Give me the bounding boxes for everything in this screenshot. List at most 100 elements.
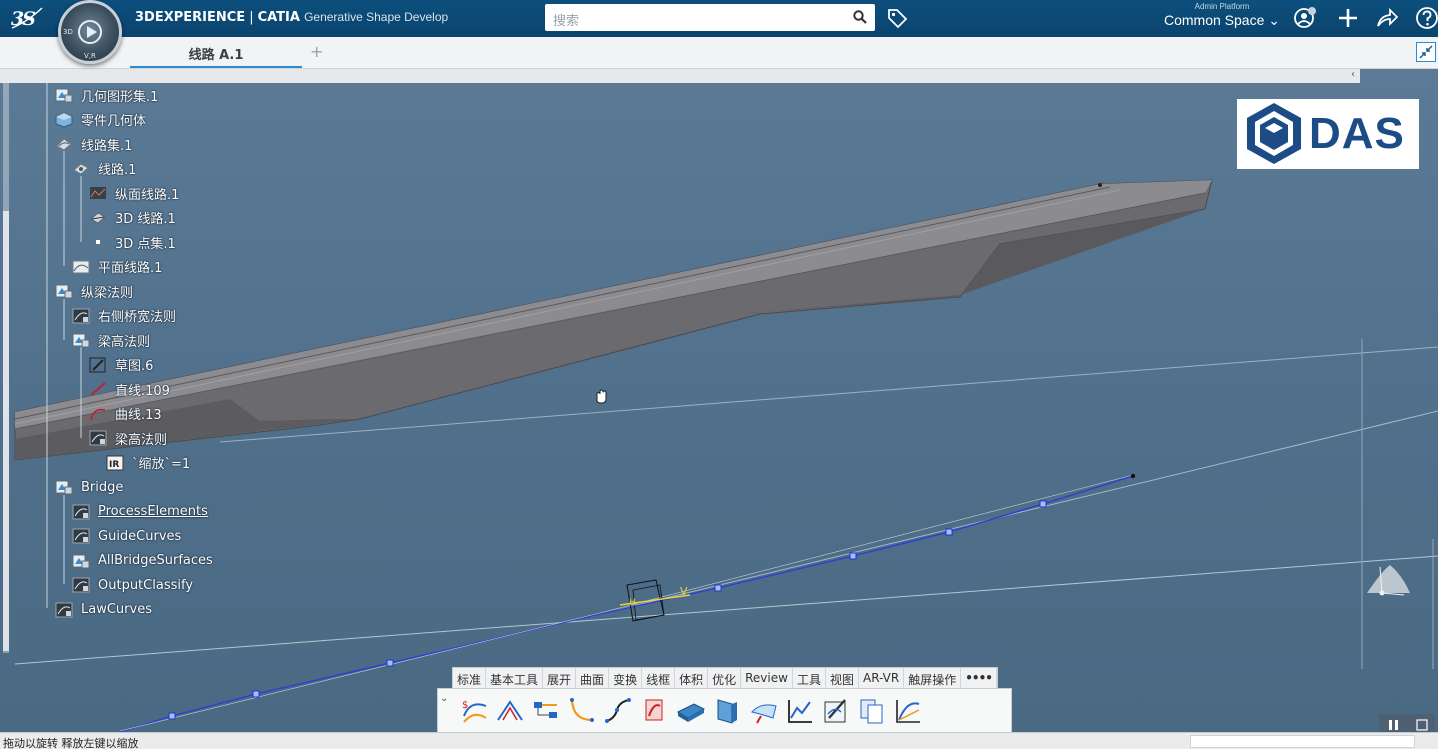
- action-bar-tab[interactable]: 变换: [609, 668, 643, 689]
- tree-node[interactable]: 线路.1: [72, 159, 136, 179]
- tree-node[interactable]: 梁高法则: [89, 428, 167, 448]
- action-bar-tab[interactable]: AR-VR: [859, 668, 905, 689]
- tree-node[interactable]: 3D 线路.1: [89, 208, 176, 228]
- orientation-gizmo-icon[interactable]: [1362, 553, 1412, 603]
- tree-node-label: LawCurves: [81, 602, 152, 617]
- tree-node[interactable]: AllBridgeSurfaces: [72, 551, 213, 571]
- tree-node[interactable]: 纵面线路.1: [89, 183, 179, 203]
- tree-node[interactable]: 右侧桥宽法则: [72, 306, 176, 326]
- tree-node-label: 3D 线路.1: [115, 212, 176, 227]
- das-logo: DAS: [1237, 99, 1419, 169]
- app-subtitle: Generative Shape Develop: [304, 10, 449, 24]
- law-icon: [55, 602, 73, 618]
- svg-text:$: $: [462, 700, 468, 711]
- action-bar-tab[interactable]: ••••: [961, 668, 997, 689]
- share-icon[interactable]: [1375, 6, 1399, 30]
- action-bar-tab[interactable]: 视图: [826, 668, 859, 689]
- route-set-tool-icon[interactable]: [531, 696, 561, 726]
- status-bar: 拖动以旋转 释放左键以缩放: [0, 732, 1438, 749]
- dassault-logo-icon[interactable]: 3S: [10, 6, 44, 30]
- tree-node[interactable]: LawCurves: [55, 600, 152, 620]
- axis-manipulator[interactable]: V H: [619, 579, 691, 622]
- action-bar-tab[interactable]: 体积: [675, 668, 709, 689]
- specification-tree[interactable]: 几何图形集.1 零件几何体线路集.1 线路.1 纵面线路.1 3D 线路.1 3D 点集.…: [0, 83, 260, 653]
- help-icon[interactable]: [1415, 6, 1438, 30]
- tree-node-label: 零件几何体: [81, 114, 147, 129]
- tree-node[interactable]: 直线.109: [89, 379, 170, 399]
- point-set-icon: [89, 234, 107, 250]
- restore-view-button[interactable]: [1416, 42, 1436, 62]
- tree-node-label: 线路.1: [98, 163, 137, 178]
- tree-node[interactable]: IR `缩放`=1: [106, 453, 190, 473]
- spline-tool-icon[interactable]: [603, 696, 633, 726]
- tree-node[interactable]: 几何图形集.1: [55, 85, 158, 105]
- svg-text:IR: IR: [109, 460, 119, 470]
- compass-widget[interactable]: 3D V,R: [58, 0, 122, 64]
- tree-node-label: 右侧桥宽法则: [98, 310, 177, 325]
- route-icon: [72, 161, 90, 177]
- brand-name: 3DEXPERIENCE: [135, 10, 246, 25]
- action-bar-tab[interactable]: Review: [741, 668, 793, 689]
- relation-icon: IR: [106, 455, 124, 471]
- tree-node[interactable]: ProcessElements: [72, 502, 208, 522]
- tree-node[interactable]: OutputClassify: [72, 575, 193, 595]
- action-bar-tab[interactable]: 标准: [453, 668, 487, 689]
- play-icon[interactable]: [78, 20, 102, 44]
- edit-tool-icon[interactable]: [821, 696, 851, 726]
- 3d-viewport[interactable]: ‹ V H 几何图形集.1 零件几何体 线路集.1 线路.1 纵面线路.1 3D…: [0, 69, 1438, 732]
- tag-icon[interactable]: [886, 7, 908, 29]
- tree-node-label: 梁高法则: [98, 334, 151, 350]
- search-icon[interactable]: [853, 10, 867, 24]
- tab-route-a1[interactable]: 线路 A.1: [130, 37, 302, 68]
- analysis-chart-icon[interactable]: [785, 696, 815, 726]
- action-bar-tab[interactable]: 曲面: [576, 668, 610, 689]
- product-name: CATIA: [257, 10, 300, 25]
- law-curve-icon[interactable]: [893, 696, 923, 726]
- platform-selector[interactable]: Admin Platform Common Space ⌄: [1160, 2, 1284, 35]
- shrink-icon: [1419, 45, 1433, 59]
- chevron-down-icon[interactable]: ⌄: [440, 693, 452, 707]
- tree-node[interactable]: 草图.6: [89, 355, 153, 375]
- law-tool-icon[interactable]: [640, 696, 670, 726]
- tree-node[interactable]: GuideCurves: [72, 526, 181, 546]
- status-message: 拖动以旋转 释放左键以缩放: [3, 737, 139, 749]
- action-bar-tab[interactable]: 基本工具: [486, 668, 544, 689]
- copy-tool-icon[interactable]: [857, 696, 887, 726]
- command-input[interactable]: [1190, 735, 1415, 748]
- tree-node[interactable]: 平面线路.1: [72, 257, 162, 277]
- tree-node-label: 3D 点集.1: [115, 236, 176, 252]
- deck-surface-icon[interactable]: [676, 696, 706, 726]
- collaborative-space: Common Space ⌄: [1164, 12, 1280, 28]
- tree-node[interactable]: 纵梁法则: [55, 281, 133, 301]
- user-profile-icon[interactable]: [1293, 6, 1317, 30]
- extract-tool-icon[interactable]: [749, 696, 779, 726]
- curve-tool-icon[interactable]: [567, 696, 597, 726]
- tree-node[interactable]: 线路集.1: [55, 134, 132, 154]
- tree-node-label: 纵梁法则: [81, 285, 134, 301]
- tree-node[interactable]: 梁高法则: [72, 330, 150, 350]
- add-tab-button[interactable]: +: [310, 42, 323, 61]
- action-bar-tools: ⌄ $: [437, 688, 1012, 733]
- part-body-icon: [55, 111, 73, 128]
- law-set-icon: [72, 332, 90, 348]
- action-bar-tab[interactable]: 触屏操作: [904, 668, 962, 689]
- add-icon[interactable]: [1336, 6, 1360, 30]
- multi-route-icon[interactable]: [495, 696, 525, 726]
- tree-node[interactable]: 曲线.13: [89, 404, 162, 424]
- tree-node-label: 线路集.1: [81, 138, 133, 154]
- tree-node[interactable]: 3D 点集.1: [89, 232, 176, 252]
- route-tool-icon[interactable]: $: [460, 696, 490, 726]
- action-bar-tab[interactable]: 展开: [543, 668, 577, 689]
- pier-surface-icon[interactable]: [712, 696, 742, 726]
- axis-label-v: V: [680, 585, 688, 598]
- compass-label-vr: V,R: [84, 52, 96, 60]
- action-bar-tab[interactable]: 优化: [708, 668, 742, 689]
- hand-cursor-icon: [596, 389, 607, 404]
- action-bar-tab[interactable]: 线框: [642, 668, 676, 689]
- tree-node[interactable]: 零件几何体: [55, 110, 146, 130]
- tree-node-label: GuideCurves: [98, 528, 182, 544]
- search-box[interactable]: 搜索: [545, 4, 875, 31]
- law-icon: [72, 528, 90, 544]
- tree-node[interactable]: Bridge: [55, 477, 123, 497]
- action-bar-tab[interactable]: 工具: [793, 668, 826, 689]
